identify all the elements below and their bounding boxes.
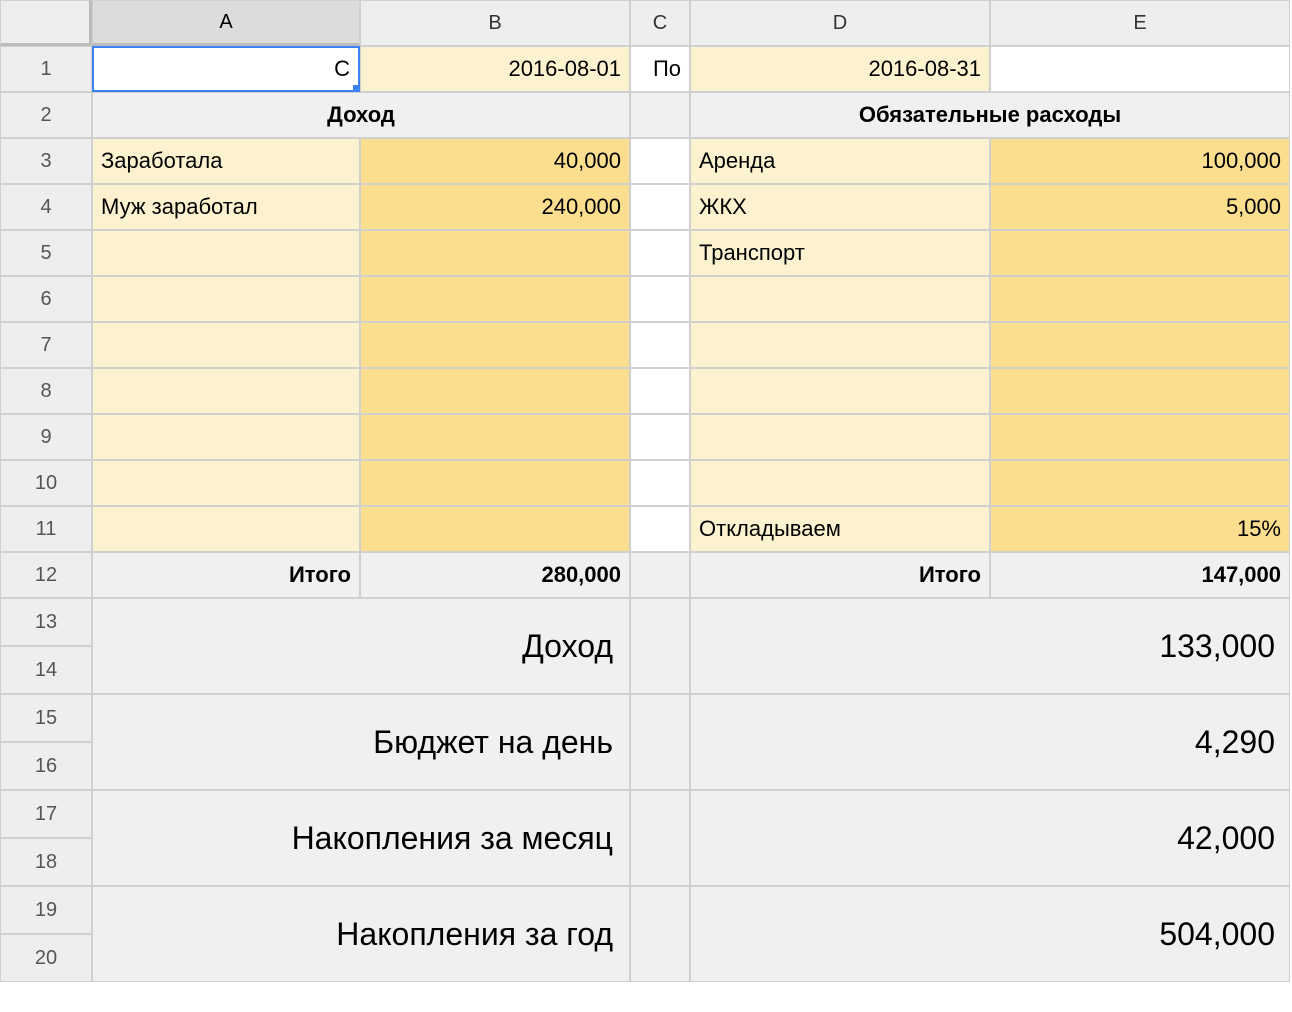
cell-C8[interactable] xyxy=(630,368,690,414)
cell-E11[interactable]: 15% xyxy=(990,506,1290,552)
row-header-3[interactable]: 3 xyxy=(0,138,92,184)
cell-C3[interactable] xyxy=(630,138,690,184)
cell-E9[interactable] xyxy=(990,414,1290,460)
cell-E10[interactable] xyxy=(990,460,1290,506)
cell-D8[interactable] xyxy=(690,368,990,414)
cell-E4[interactable]: 5,000 xyxy=(990,184,1290,230)
cell-E1[interactable] xyxy=(990,46,1290,92)
select-all-corner[interactable] xyxy=(0,0,92,46)
cell-C11[interactable] xyxy=(630,506,690,552)
row-header-2[interactable]: 2 xyxy=(0,92,92,138)
cell-C6[interactable] xyxy=(630,276,690,322)
cell-C13[interactable] xyxy=(630,598,690,694)
row-header-19-20[interactable]: 1920 xyxy=(0,886,92,982)
cell-C7[interactable] xyxy=(630,322,690,368)
cell-B7[interactable] xyxy=(360,322,630,368)
col-header-A[interactable]: A xyxy=(92,0,360,46)
cell-A4[interactable]: Муж заработал xyxy=(92,184,360,230)
cell-D10[interactable] xyxy=(690,460,990,506)
cell-A11[interactable] xyxy=(92,506,360,552)
cell-C15[interactable] xyxy=(630,694,690,790)
spreadsheet-grid[interactable]: A B C D E 1 С 2016-08-01 По 2016-08-31 2… xyxy=(0,0,1292,982)
cell-A3[interactable]: Заработала xyxy=(92,138,360,184)
cell-C5[interactable] xyxy=(630,230,690,276)
cell-B12[interactable]: 280,000 xyxy=(360,552,630,598)
row-header-8[interactable]: 8 xyxy=(0,368,92,414)
cell-A12[interactable]: Итого xyxy=(92,552,360,598)
col-header-E[interactable]: E xyxy=(990,0,1290,46)
cell-C4[interactable] xyxy=(630,184,690,230)
cell-D5[interactable]: Транспорт xyxy=(690,230,990,276)
cell-C9[interactable] xyxy=(630,414,690,460)
cell-B3[interactable]: 40,000 xyxy=(360,138,630,184)
cell-D6[interactable] xyxy=(690,276,990,322)
cell-A7[interactable] xyxy=(92,322,360,368)
row-header-15-16[interactable]: 1516 xyxy=(0,694,92,790)
cell-D9[interactable] xyxy=(690,414,990,460)
cell-E7[interactable] xyxy=(990,322,1290,368)
cell-B10[interactable] xyxy=(360,460,630,506)
row-header-9[interactable]: 9 xyxy=(0,414,92,460)
col-header-D[interactable]: D xyxy=(690,0,990,46)
cell-E5[interactable] xyxy=(990,230,1290,276)
col-header-B[interactable]: B xyxy=(360,0,630,46)
row-header-4[interactable]: 4 xyxy=(0,184,92,230)
cell-A5[interactable] xyxy=(92,230,360,276)
row-header-17-18[interactable]: 1718 xyxy=(0,790,92,886)
cell-B9[interactable] xyxy=(360,414,630,460)
cell-A1[interactable]: С xyxy=(92,46,360,92)
row-header-11[interactable]: 11 xyxy=(0,506,92,552)
summary-value-income[interactable]: 133,000 xyxy=(690,598,1290,694)
cell-D11[interactable]: Откладываем xyxy=(690,506,990,552)
cell-D7[interactable] xyxy=(690,322,990,368)
cell-B8[interactable] xyxy=(360,368,630,414)
cell-E3[interactable]: 100,000 xyxy=(990,138,1290,184)
summary-value-year[interactable]: 504,000 xyxy=(690,886,1290,982)
row-header-5[interactable]: 5 xyxy=(0,230,92,276)
row-header-12[interactable]: 12 xyxy=(0,552,92,598)
cell-A8[interactable] xyxy=(92,368,360,414)
cell-D4[interactable]: ЖКХ xyxy=(690,184,990,230)
cell-C1[interactable]: По xyxy=(630,46,690,92)
cell-B4[interactable]: 240,000 xyxy=(360,184,630,230)
cell-B5[interactable] xyxy=(360,230,630,276)
row-header-1[interactable]: 1 xyxy=(0,46,92,92)
cell-E8[interactable] xyxy=(990,368,1290,414)
cell-B11[interactable] xyxy=(360,506,630,552)
cell-C10[interactable] xyxy=(630,460,690,506)
cell-C12[interactable] xyxy=(630,552,690,598)
cell-E12[interactable]: 147,000 xyxy=(990,552,1290,598)
summary-value-daily[interactable]: 4,290 xyxy=(690,694,1290,790)
cell-A2-merged[interactable]: Доход xyxy=(92,92,630,138)
summary-label-year[interactable]: Накопления за год xyxy=(92,886,630,982)
cell-D3[interactable]: Аренда xyxy=(690,138,990,184)
summary-label-daily[interactable]: Бюджет на день xyxy=(92,694,630,790)
cell-C2[interactable] xyxy=(630,92,690,138)
row-header-13-14[interactable]: 1314 xyxy=(0,598,92,694)
cell-A9[interactable] xyxy=(92,414,360,460)
summary-label-month[interactable]: Накопления за месяц xyxy=(92,790,630,886)
summary-value-month[interactable]: 42,000 xyxy=(690,790,1290,886)
cell-C19[interactable] xyxy=(630,886,690,982)
cell-B1[interactable]: 2016-08-01 xyxy=(360,46,630,92)
cell-E6[interactable] xyxy=(990,276,1290,322)
cell-A6[interactable] xyxy=(92,276,360,322)
summary-label-income[interactable]: Доход xyxy=(92,598,630,694)
row-header-7[interactable]: 7 xyxy=(0,322,92,368)
row-header-10[interactable]: 10 xyxy=(0,460,92,506)
row-header-6[interactable]: 6 xyxy=(0,276,92,322)
cell-C17[interactable] xyxy=(630,790,690,886)
cell-D12[interactable]: Итого xyxy=(690,552,990,598)
cell-D2-merged[interactable]: Обязательные расходы xyxy=(690,92,1290,138)
col-header-C[interactable]: C xyxy=(630,0,690,46)
cell-B6[interactable] xyxy=(360,276,630,322)
cell-D1[interactable]: 2016-08-31 xyxy=(690,46,990,92)
cell-A10[interactable] xyxy=(92,460,360,506)
